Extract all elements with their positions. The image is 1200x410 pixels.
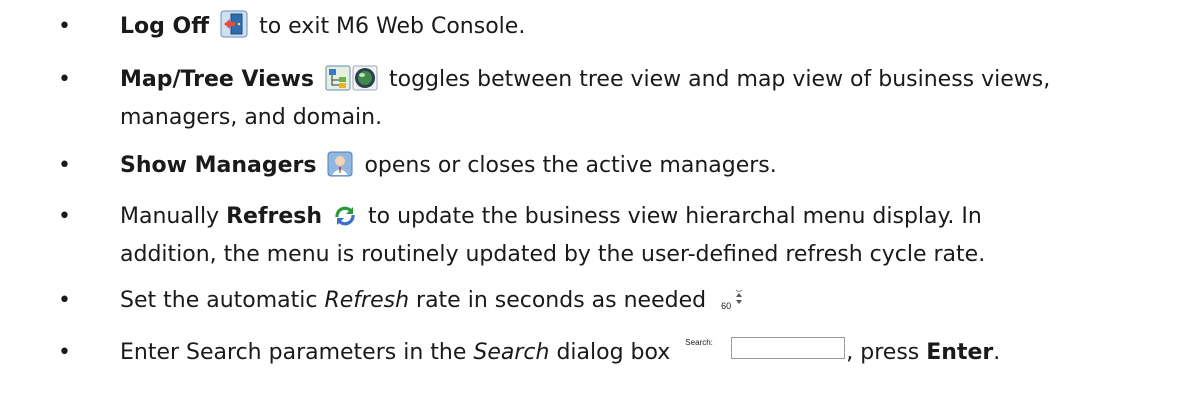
map-tree-views-description-line2: managers, and domain. (120, 105, 383, 130)
refresh-term: Refresh (226, 204, 323, 229)
search-intro: Enter Search parameters in the (120, 340, 474, 365)
show-managers-icon (327, 151, 353, 187)
map-tree-views-description-line1: toggles between tree view and map view o… (388, 67, 1051, 92)
list-item-show-managers: Show Managers opens or closes the active… (58, 149, 1170, 187)
refresh-rate-spinner[interactable]: 60 (721, 287, 743, 311)
list-item-refresh: Manually Refresh to update the business … (58, 200, 1170, 271)
map-view-icon (352, 65, 378, 101)
list-item-refresh-rate: Set the automatic Refresh rate in second… (58, 284, 1170, 317)
refresh-icon (333, 204, 357, 238)
spinner-arrows-icon[interactable] (735, 287, 743, 309)
search-widget-label: Search: (685, 338, 713, 347)
list-item-map-tree-views: Map/Tree Views toggles between tree view… (58, 63, 1170, 134)
list-item-log-off: Log Off to exit M6 Web Console. (58, 10, 1170, 48)
search-input[interactable] (731, 337, 846, 359)
map-tree-views-term: Map/Tree Views (120, 67, 314, 92)
list-item-search: Enter Search parameters in the Search di… (58, 336, 1170, 369)
search-term: Search (473, 340, 550, 365)
show-managers-description: opens or closes the active managers. (364, 153, 777, 178)
refresh-description-line1: to update the business view hierarchal m… (368, 204, 982, 229)
tree-view-icon (325, 65, 351, 101)
show-managers-term: Show Managers (120, 153, 317, 178)
refresh-rate-value: 60 (721, 301, 732, 311)
refresh-rate-term: Refresh (324, 288, 410, 313)
refresh-description-line2: addition, the menu is routinely updated … (120, 242, 986, 267)
log-off-description: to exit M6 Web Console. (259, 14, 526, 39)
enter-term: Enter (926, 340, 994, 365)
refresh-intro: Manually (120, 204, 227, 229)
log-off-term: Log Off (120, 14, 210, 39)
search-mid: dialog box (549, 340, 678, 365)
search-post: , press (846, 340, 927, 365)
refresh-rate-description: rate in seconds as needed (409, 288, 707, 313)
refresh-rate-intro: Set the automatic (120, 288, 325, 313)
search-end: . (993, 340, 1001, 365)
log-off-icon (220, 10, 248, 48)
search-widget[interactable]: Search: (683, 336, 846, 362)
